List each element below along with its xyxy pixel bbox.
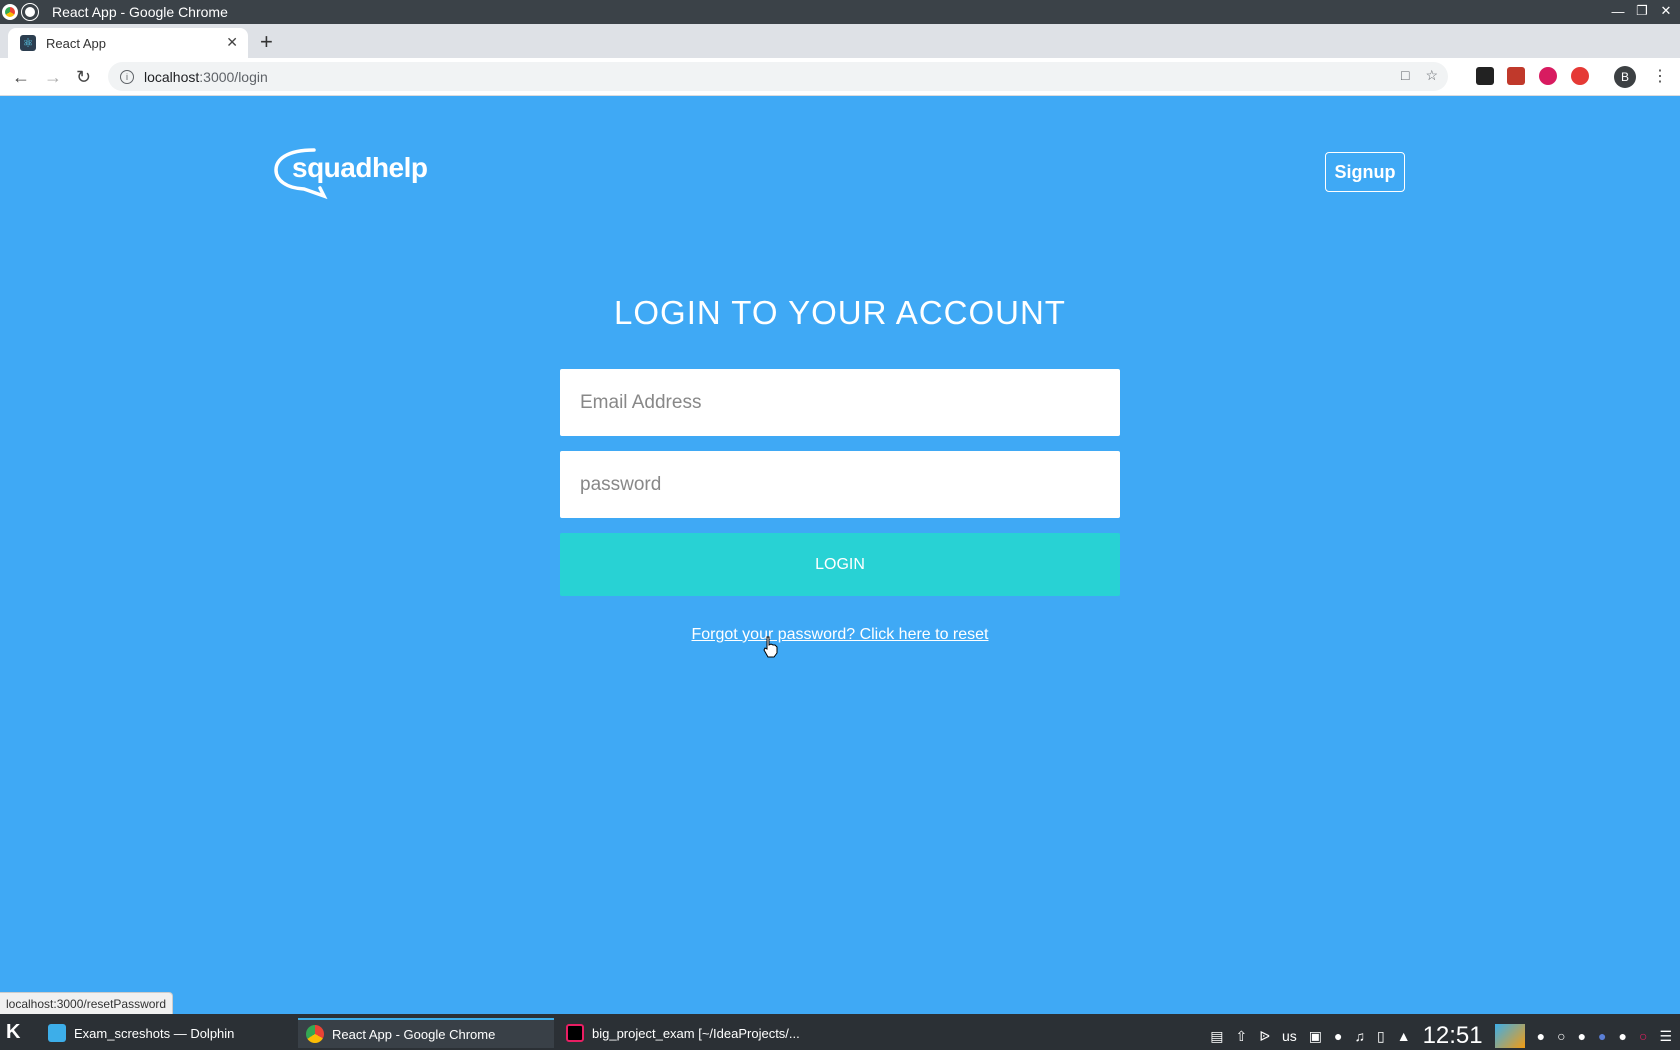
back-arrow-icon[interactable]: ← xyxy=(12,67,30,88)
droplet-icon[interactable]: ● xyxy=(1537,1028,1545,1044)
reset-password-link[interactable]: Forgot your password? Click here to rese… xyxy=(691,626,988,643)
browser-toolbar: ← → ↻ i localhost :3000/login □ ☆ xyxy=(0,58,1680,96)
hand-cursor-icon xyxy=(763,636,778,658)
keyboard-layout[interactable]: us xyxy=(1282,1028,1297,1044)
email-field[interactable] xyxy=(560,369,1120,436)
task-chrome[interactable]: React App - Google Chrome xyxy=(298,1018,554,1048)
update-icon[interactable]: ⇧ xyxy=(1235,1028,1247,1045)
intellij-icon xyxy=(566,1024,584,1042)
tab-react-app[interactable]: ⚛ React App ✕ xyxy=(8,28,248,58)
window-menu-icon[interactable] xyxy=(22,4,38,20)
minimize-icon[interactable]: — xyxy=(1610,3,1626,19)
browser-menu-icon[interactable]: ⋮ xyxy=(1652,66,1668,86)
window-title: React App - Google Chrome xyxy=(52,4,228,20)
url-host: localhost xyxy=(144,68,200,85)
task-label: React App - Google Chrome xyxy=(332,1026,496,1042)
pink-circle-icon[interactable]: ○ xyxy=(1639,1028,1647,1044)
info-icon[interactable]: i xyxy=(120,69,134,84)
bookmark-star-icon[interactable]: ☆ xyxy=(1425,67,1438,84)
tab-strip: ⚛ React App ✕ + xyxy=(0,24,1680,58)
bluetooth-icon[interactable]: ᐉ xyxy=(1259,1028,1270,1045)
page-title: LOGIN TO YOUR ACCOUNT xyxy=(614,294,1066,331)
task-dolphin[interactable]: Exam_screshots — Dolphin xyxy=(40,1018,294,1048)
extension-download-icon[interactable] xyxy=(1539,67,1557,85)
taskbar: K Exam_screshots — Dolphin React App - G… xyxy=(0,1014,1680,1050)
login-button[interactable]: LOGIN xyxy=(560,533,1120,596)
page-content: squadhelp Signup LOGIN TO YOUR ACCOUNT L… xyxy=(0,96,1680,1014)
squadhelp-logo[interactable]: squadhelp xyxy=(274,146,434,200)
signup-button[interactable]: Signup xyxy=(1325,152,1405,192)
blue-circle-icon[interactable]: ● xyxy=(1598,1028,1606,1044)
kde-launcher-icon[interactable]: K xyxy=(6,1021,30,1045)
link-status-bar: localhost:3000/resetPassword xyxy=(0,992,174,1014)
profile-avatar[interactable]: B xyxy=(1614,66,1636,88)
network-icon[interactable]: ▣ xyxy=(1309,1028,1322,1045)
notification-icon[interactable]: ▤ xyxy=(1210,1028,1223,1045)
reload-icon[interactable]: ↻ xyxy=(76,67,91,88)
chrome-icon xyxy=(306,1025,324,1043)
droplet-icon[interactable]: ● xyxy=(1619,1028,1627,1044)
close-icon[interactable]: ✕ xyxy=(1658,3,1674,19)
hamburger-menu-icon[interactable]: ☰ xyxy=(1659,1028,1672,1045)
tab-close-icon[interactable]: ✕ xyxy=(226,34,238,51)
task-intellij[interactable]: big_project_exam [~/IdeaProjects/... xyxy=(558,1018,814,1048)
extension-red-icon[interactable] xyxy=(1507,67,1525,85)
window-titlebar: React App - Google Chrome — ❐ ✕ xyxy=(0,0,1680,24)
chrome-icon xyxy=(2,4,18,20)
battery-icon[interactable]: ▯ xyxy=(1377,1028,1385,1045)
url-path: :3000/login xyxy=(199,68,268,85)
lock-icon[interactable]: ● xyxy=(1334,1028,1342,1044)
forward-arrow-icon[interactable]: → xyxy=(44,67,62,88)
address-bar[interactable]: i localhost :3000/login □ ☆ xyxy=(108,62,1448,91)
system-tray: ▤ ⇧ ᐉ us ▣ ● ♫ ▯ ▲ 12:51 ● ○ ● ● ● ○ ☰ xyxy=(1210,1022,1672,1050)
extension-cube-icon[interactable] xyxy=(1476,67,1494,85)
folder-icon xyxy=(48,1024,66,1042)
reset-link-row: Forgot your password? Click here to rese… xyxy=(0,626,1680,644)
extension-adblock-icon[interactable] xyxy=(1571,67,1589,85)
react-icon: ⚛ xyxy=(20,35,36,51)
circle-icon[interactable]: ○ xyxy=(1557,1028,1565,1044)
task-label: Exam_screshots — Dolphin xyxy=(74,1025,235,1041)
new-tab-button[interactable]: + xyxy=(260,31,273,53)
translate-icon[interactable]: □ xyxy=(1401,67,1409,84)
logo-text: squadhelp xyxy=(292,152,428,183)
desktop-preview-icon[interactable] xyxy=(1494,1024,1525,1048)
droplet-icon[interactable]: ● xyxy=(1578,1028,1586,1044)
tray-expand-icon[interactable]: ▲ xyxy=(1397,1028,1411,1044)
volume-icon[interactable]: ♫ xyxy=(1354,1028,1365,1044)
password-field[interactable] xyxy=(560,451,1120,518)
clock[interactable]: 12:51 xyxy=(1423,1022,1483,1050)
tab-title: React App xyxy=(46,35,106,51)
restore-icon[interactable]: ❐ xyxy=(1634,3,1650,19)
task-label: big_project_exam [~/IdeaProjects/... xyxy=(592,1025,800,1041)
